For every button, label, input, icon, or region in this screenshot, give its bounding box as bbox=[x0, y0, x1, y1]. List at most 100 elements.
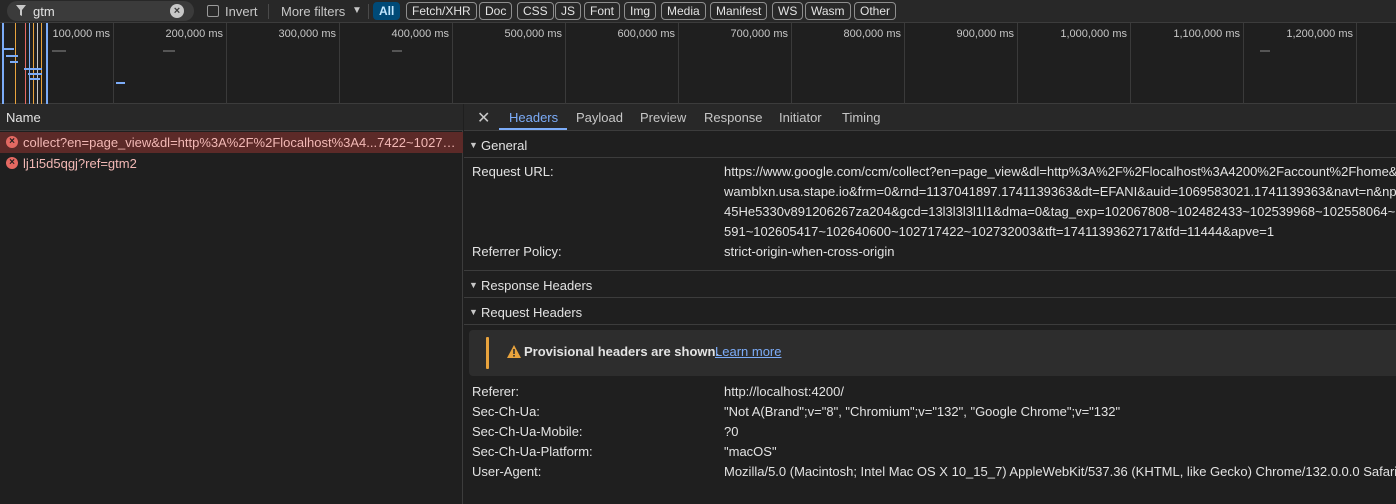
timeline-request-bar bbox=[30, 78, 40, 80]
request-row[interactable]: × lj1i5d5qgj?ref=gtm2 bbox=[0, 153, 463, 174]
request-url-value: 45He5330v891206267za204&gcd=13l3l3l3l1l1… bbox=[724, 204, 1396, 219]
tab-timing[interactable]: Timing bbox=[842, 110, 881, 125]
timeline-request-bar bbox=[28, 73, 42, 75]
grid-line bbox=[1356, 23, 1357, 104]
column-header-label: Name bbox=[6, 110, 41, 125]
header-key: Sec-Ch-Ua-Mobile: bbox=[472, 424, 583, 439]
timeline-tick-label: 600,000 ms bbox=[617, 28, 675, 40]
section-title: Response Headers bbox=[481, 278, 593, 293]
invert-checkbox[interactable] bbox=[207, 5, 219, 17]
header-key: User-Agent: bbox=[472, 464, 542, 479]
request-list: Name × collect?en=page_view&dl=http%3A%2… bbox=[0, 104, 463, 504]
details-tabbar: ✕ Headers Payload Preview Response Initi… bbox=[464, 104, 1396, 131]
learn-more-link[interactable]: Learn more bbox=[715, 344, 781, 359]
timeline-selection-end-handle[interactable] bbox=[46, 23, 48, 104]
referrer-policy-key: Referrer Policy: bbox=[472, 244, 562, 259]
timeline-marker bbox=[29, 23, 30, 104]
filter-input[interactable] bbox=[33, 3, 173, 19]
timeline-marker bbox=[33, 23, 34, 104]
expand-triangle-icon: ▼ bbox=[469, 280, 478, 290]
header-value: Mozilla/5.0 (Macintosh; Intel Mac OS X 1… bbox=[724, 464, 1396, 479]
header-value: http://localhost:4200/ bbox=[724, 384, 844, 399]
grid-line bbox=[1130, 23, 1131, 104]
timeline-tick-label: 800,000 ms bbox=[843, 28, 901, 40]
timeline-tick-label: 200,000 ms bbox=[165, 28, 223, 40]
request-url-value: https://www.google.com/ccm/collect?en=pa… bbox=[724, 164, 1396, 179]
grid-line bbox=[339, 23, 340, 104]
grid-line bbox=[791, 23, 792, 104]
warning-text: Provisional headers are shown. bbox=[524, 344, 720, 359]
tab-response[interactable]: Response bbox=[704, 110, 763, 125]
type-chip-wasm[interactable]: Wasm bbox=[805, 2, 851, 20]
type-chip-font[interactable]: Font bbox=[584, 2, 621, 20]
more-filters-dropdown[interactable]: More filters bbox=[281, 4, 345, 19]
expand-triangle-icon: ▼ bbox=[469, 140, 478, 150]
active-tab-indicator bbox=[499, 128, 567, 130]
header-key: Referer: bbox=[472, 384, 519, 399]
close-icon[interactable]: ✕ bbox=[477, 108, 490, 128]
timeline-selection-start-handle[interactable] bbox=[2, 23, 4, 104]
timeline-request-bar bbox=[24, 68, 42, 70]
request-url-key: Request URL: bbox=[472, 164, 554, 179]
type-chip-doc[interactable]: Doc bbox=[479, 2, 513, 20]
invert-label: Invert bbox=[225, 4, 258, 19]
timeline-overview[interactable]: 100,000 ms 200,000 ms 300,000 ms 400,000… bbox=[0, 23, 1396, 104]
tab-payload[interactable]: Payload bbox=[576, 110, 623, 125]
section-divider bbox=[464, 270, 1396, 271]
timeline-request-bar bbox=[392, 50, 402, 52]
request-headers-section-header[interactable]: ▼ Request Headers bbox=[464, 299, 1396, 325]
grid-line bbox=[452, 23, 453, 104]
timeline-tick-label: 900,000 ms bbox=[956, 28, 1014, 40]
timeline-request-bar bbox=[163, 50, 175, 52]
clear-icon[interactable]: × bbox=[170, 4, 184, 18]
type-chip-js[interactable]: JS bbox=[555, 2, 582, 20]
timeline-tick-label: 300,000 ms bbox=[278, 28, 336, 40]
type-chip-ws[interactable]: WS bbox=[772, 2, 804, 20]
name-column-header[interactable]: Name bbox=[0, 104, 463, 131]
type-chip-fetch-xhr[interactable]: Fetch/XHR bbox=[406, 2, 477, 20]
error-icon: × bbox=[6, 157, 18, 169]
header-value: ?0 bbox=[724, 424, 739, 439]
timeline-tick-label: 400,000 ms bbox=[391, 28, 449, 40]
grid-line bbox=[904, 23, 905, 104]
type-chip-media[interactable]: Media bbox=[661, 2, 706, 20]
section-title: General bbox=[481, 138, 528, 153]
grid-line bbox=[678, 23, 679, 104]
tab-headers[interactable]: Headers bbox=[509, 110, 558, 125]
request-url-value: wamblxn.usa.stape.io&frm=0&rnd=113704189… bbox=[724, 184, 1396, 199]
grid-line bbox=[565, 23, 566, 104]
toolbar-divider bbox=[368, 4, 369, 19]
general-section-header[interactable]: ▼ General bbox=[464, 132, 1396, 158]
section-title: Request Headers bbox=[481, 305, 583, 320]
tab-initiator[interactable]: Initiator bbox=[779, 110, 822, 125]
filter-box[interactable]: × bbox=[7, 1, 194, 21]
type-chip-manifest[interactable]: Manifest bbox=[710, 2, 768, 20]
tab-preview[interactable]: Preview bbox=[640, 110, 686, 125]
timeline-marker bbox=[15, 23, 16, 104]
request-name: collect?en=page_view&dl=http%3A%2F%2Floc… bbox=[23, 135, 459, 150]
timeline-marker bbox=[41, 23, 42, 104]
error-icon: × bbox=[6, 136, 18, 148]
type-chip-css[interactable]: CSS bbox=[517, 2, 554, 20]
request-row[interactable]: × collect?en=page_view&dl=http%3A%2F%2Fl… bbox=[0, 132, 463, 153]
request-details-pane: ✕ Headers Payload Preview Response Initi… bbox=[464, 104, 1396, 504]
type-chip-all[interactable]: All bbox=[373, 2, 401, 20]
request-name: lj1i5d5qgj?ref=gtm2 bbox=[23, 156, 137, 171]
expand-triangle-icon: ▼ bbox=[469, 307, 478, 317]
timeline-tick-label: 1,200,000 ms bbox=[1286, 28, 1353, 40]
response-headers-section-header[interactable]: ▼ Response Headers bbox=[464, 272, 1396, 298]
request-url-value: 591~102605417~102640600~102717422~102732… bbox=[724, 224, 1275, 239]
timeline-tick-label: 500,000 ms bbox=[504, 28, 562, 40]
type-chip-img[interactable]: Img bbox=[624, 2, 657, 20]
warning-accent-bar bbox=[486, 337, 489, 369]
chevron-down-icon[interactable]: ▼ bbox=[352, 5, 362, 16]
grid-line bbox=[226, 23, 227, 104]
network-filter-toolbar: × Invert More filters ▼ All Fetch/XHR Do… bbox=[0, 0, 1396, 23]
timeline-request-bar bbox=[4, 48, 14, 50]
timeline-tick-label: 700,000 ms bbox=[730, 28, 788, 40]
filter-icon bbox=[16, 5, 26, 16]
provisional-headers-warning: Provisional headers are shown. Learn mor… bbox=[469, 330, 1396, 376]
header-key: Sec-Ch-Ua: bbox=[472, 404, 540, 419]
grid-line bbox=[113, 23, 114, 104]
type-chip-other[interactable]: Other bbox=[854, 2, 897, 20]
